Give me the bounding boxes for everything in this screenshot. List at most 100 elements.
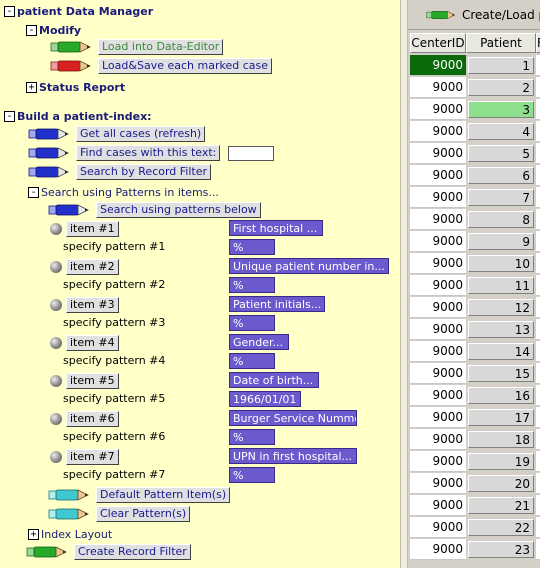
item-button[interactable]: item #4 bbox=[66, 335, 119, 351]
item-button[interactable]: item #6 bbox=[66, 411, 119, 427]
center-id-cell[interactable]: 9000 bbox=[410, 341, 466, 362]
center-id-cell[interactable]: 9000 bbox=[410, 495, 466, 516]
table-row[interactable]: 9000 13 bbox=[410, 319, 540, 341]
table-row[interactable]: 9000 10 bbox=[410, 253, 540, 275]
extra-cell[interactable] bbox=[536, 121, 540, 142]
extra-cell[interactable] bbox=[536, 297, 540, 318]
clear-pattern-button[interactable]: Clear Pattern(s) bbox=[96, 506, 191, 522]
item-field-name[interactable]: Burger Service Nummer... bbox=[229, 410, 357, 426]
item-field-name[interactable]: Unique patient number in... bbox=[229, 258, 389, 274]
find-text-input[interactable] bbox=[228, 145, 275, 161]
extra-cell[interactable] bbox=[536, 187, 540, 208]
default-pattern-button[interactable]: Default Pattern Item(s) bbox=[96, 487, 231, 503]
patient-cell[interactable]: 20 bbox=[468, 475, 534, 492]
table-row[interactable]: 9000 19 bbox=[410, 451, 540, 473]
search-record-filter-button[interactable]: Search by Record Filter bbox=[76, 164, 212, 180]
load-into-data-editor-button[interactable]: Load into Data-Editor bbox=[98, 39, 224, 55]
table-row[interactable]: 9000 11 bbox=[410, 275, 540, 297]
extra-cell[interactable] bbox=[536, 341, 540, 362]
extra-cell[interactable] bbox=[536, 319, 540, 340]
pattern-input[interactable]: % bbox=[229, 315, 275, 331]
item-field-name[interactable]: First hospital ... bbox=[229, 220, 323, 236]
patient-cell[interactable]: 18 bbox=[468, 431, 534, 448]
center-id-cell[interactable]: 9000 bbox=[410, 209, 466, 230]
table-row[interactable]: 9000 5 bbox=[410, 143, 540, 165]
extra-cell[interactable] bbox=[536, 77, 540, 98]
center-id-cell[interactable]: 9000 bbox=[410, 297, 466, 318]
load-save-marked-button[interactable]: Load&Save each marked case bbox=[98, 58, 272, 74]
table-row[interactable]: 9000 16 bbox=[410, 385, 540, 407]
center-id-cell[interactable]: 9000 bbox=[410, 473, 466, 494]
center-id-cell[interactable]: 9000 bbox=[410, 55, 466, 76]
patient-cell[interactable]: 8 bbox=[468, 211, 534, 228]
patient-cell[interactable]: 23 bbox=[468, 541, 534, 558]
table-row[interactable]: 9000 3 bbox=[410, 99, 540, 121]
extra-cell[interactable] bbox=[536, 99, 540, 120]
column-header-centerid[interactable]: CenterID bbox=[410, 33, 466, 53]
center-id-cell[interactable]: 9000 bbox=[410, 165, 466, 186]
extra-cell[interactable] bbox=[536, 407, 540, 428]
radio-ball-icon[interactable] bbox=[50, 375, 62, 387]
center-id-cell[interactable]: 9000 bbox=[410, 517, 466, 538]
pattern-input[interactable]: % bbox=[229, 429, 275, 445]
radio-ball-icon[interactable] bbox=[50, 451, 62, 463]
center-id-cell[interactable]: 9000 bbox=[410, 253, 466, 274]
patient-cell[interactable]: 14 bbox=[468, 343, 534, 360]
pattern-input[interactable]: % bbox=[229, 353, 275, 369]
status-report-label[interactable]: Status Report bbox=[39, 81, 125, 94]
pattern-input[interactable]: 1966/01/01 bbox=[229, 391, 301, 407]
patient-cell[interactable]: 9 bbox=[468, 233, 534, 250]
table-row[interactable]: 9000 22 bbox=[410, 517, 540, 539]
radio-ball-icon[interactable] bbox=[50, 413, 62, 425]
radio-ball-icon[interactable] bbox=[50, 299, 62, 311]
panel-splitter[interactable] bbox=[400, 0, 408, 568]
center-id-cell[interactable]: 9000 bbox=[410, 451, 466, 472]
collapse-data-manager-icon[interactable]: - bbox=[4, 5, 15, 17]
patient-cell[interactable]: 2 bbox=[468, 79, 534, 96]
center-id-cell[interactable]: 9000 bbox=[410, 407, 466, 428]
item-field-name[interactable]: Patient initials... bbox=[229, 296, 325, 312]
collapse-search-patterns-icon[interactable]: - bbox=[28, 186, 39, 198]
table-row[interactable]: 9000 12 bbox=[410, 297, 540, 319]
table-row[interactable]: 9000 18 bbox=[410, 429, 540, 451]
item-button[interactable]: item #5 bbox=[66, 373, 119, 389]
create-record-filter-button[interactable]: Create Record Filter bbox=[74, 544, 191, 560]
center-id-cell[interactable]: 9000 bbox=[410, 429, 466, 450]
patient-cell[interactable]: 5 bbox=[468, 145, 534, 162]
patient-cell[interactable]: 11 bbox=[468, 277, 534, 294]
table-row[interactable]: 9000 9 bbox=[410, 231, 540, 253]
center-id-cell[interactable]: 9000 bbox=[410, 121, 466, 142]
table-row[interactable]: 9000 21 bbox=[410, 495, 540, 517]
extra-cell[interactable] bbox=[536, 253, 540, 274]
extra-cell[interactable] bbox=[536, 209, 540, 230]
patient-cell[interactable]: 1 bbox=[468, 57, 534, 74]
patient-cell[interactable]: 6 bbox=[468, 167, 534, 184]
table-row[interactable]: 9000 6 bbox=[410, 165, 540, 187]
table-row[interactable]: 9000 2 bbox=[410, 77, 540, 99]
collapse-build-index-icon[interactable]: - bbox=[4, 110, 15, 122]
patient-cell[interactable]: 21 bbox=[468, 497, 534, 514]
radio-ball-icon[interactable] bbox=[50, 223, 62, 235]
patient-cell[interactable]: 12 bbox=[468, 299, 534, 316]
item-button[interactable]: item #7 bbox=[66, 449, 119, 465]
item-button[interactable]: item #1 bbox=[66, 221, 119, 237]
extra-cell[interactable] bbox=[536, 495, 540, 516]
patient-cell[interactable]: 3 bbox=[468, 101, 534, 118]
create-load-label[interactable]: Create/Load pa bbox=[462, 8, 540, 22]
table-row[interactable]: 9000 23 bbox=[410, 539, 540, 561]
table-row[interactable]: 9000 14 bbox=[410, 341, 540, 363]
center-id-cell[interactable]: 9000 bbox=[410, 319, 466, 340]
item-button[interactable]: item #3 bbox=[66, 297, 119, 313]
extra-cell[interactable] bbox=[536, 165, 540, 186]
radio-ball-icon[interactable] bbox=[50, 261, 62, 273]
table-row[interactable]: 9000 8 bbox=[410, 209, 540, 231]
extra-cell[interactable] bbox=[536, 231, 540, 252]
center-id-cell[interactable]: 9000 bbox=[410, 539, 466, 560]
item-button[interactable]: item #2 bbox=[66, 259, 119, 275]
extra-cell[interactable] bbox=[536, 385, 540, 406]
extra-cell[interactable] bbox=[536, 363, 540, 384]
table-row[interactable]: 9000 15 bbox=[410, 363, 540, 385]
item-field-name[interactable]: UPN in first hospital... bbox=[229, 448, 357, 464]
center-id-cell[interactable]: 9000 bbox=[410, 187, 466, 208]
table-row[interactable]: 9000 4 bbox=[410, 121, 540, 143]
